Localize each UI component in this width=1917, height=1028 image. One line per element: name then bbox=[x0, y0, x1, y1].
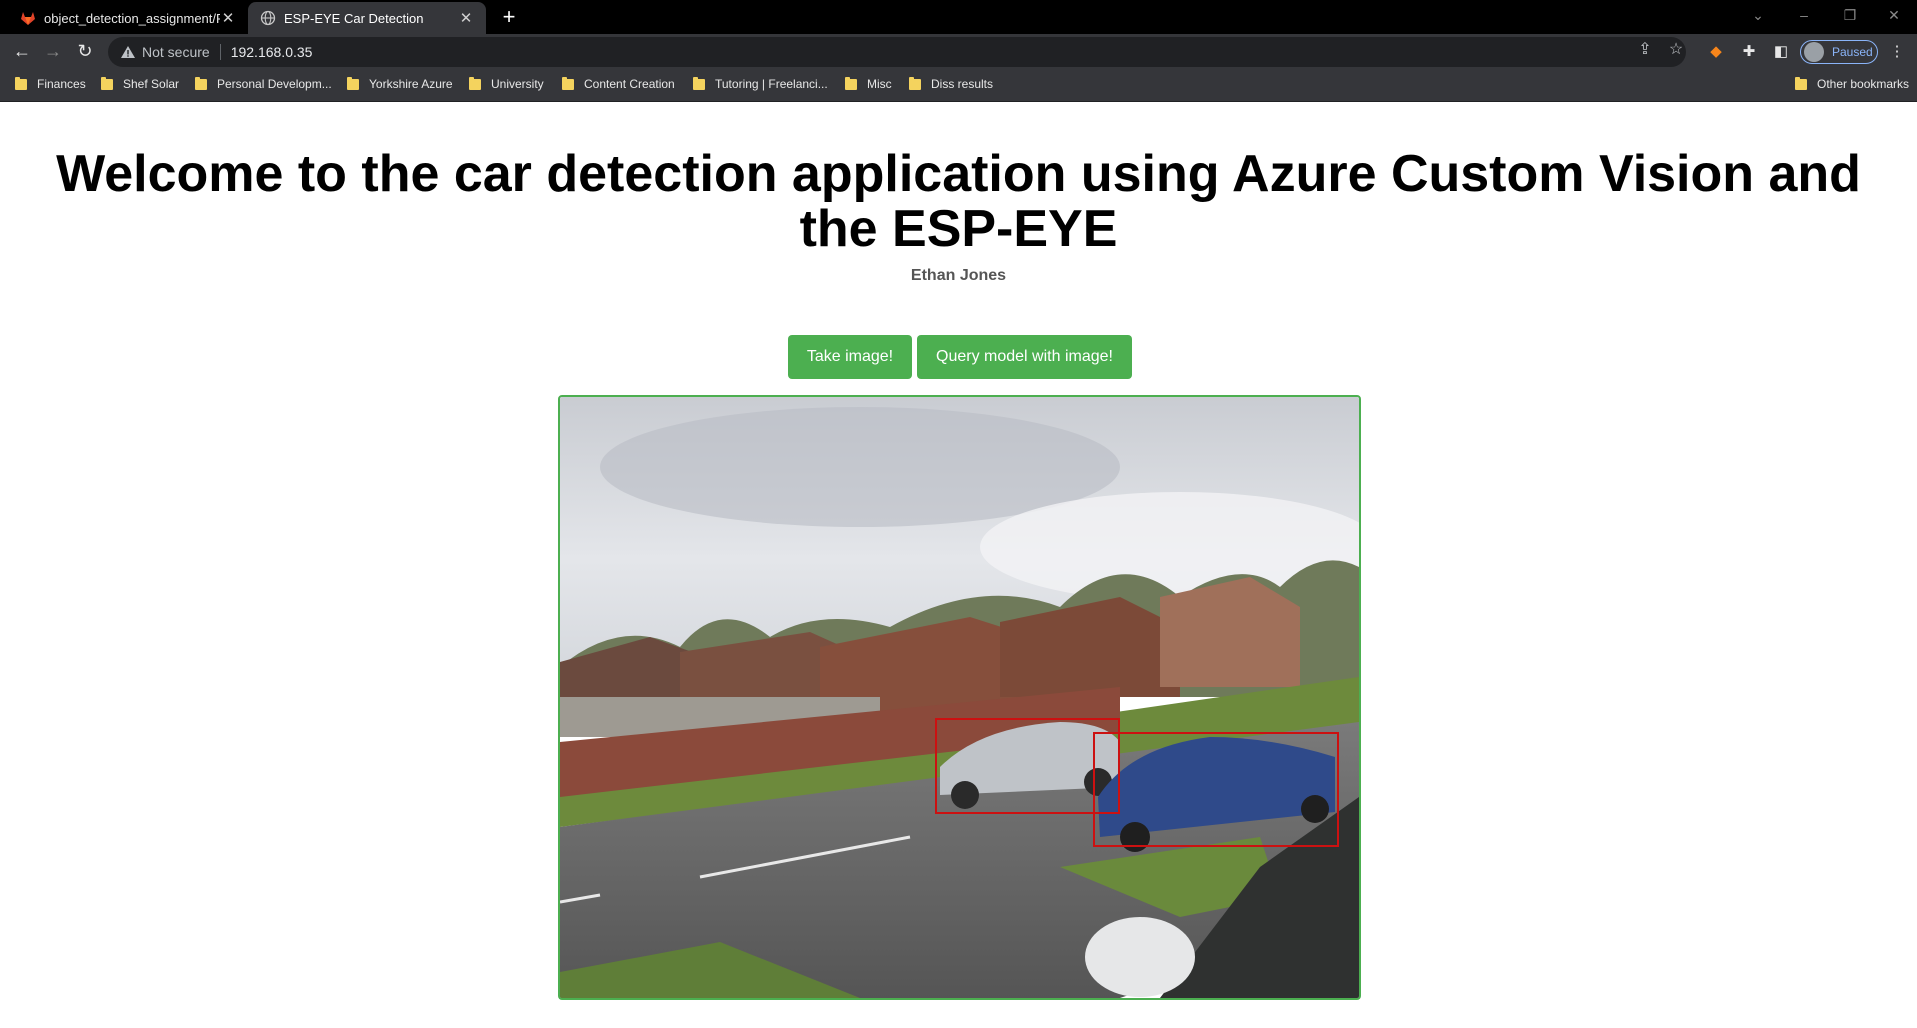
camera-image bbox=[560, 397, 1359, 998]
folder-icon bbox=[195, 76, 207, 90]
bookmark-misc[interactable]: Misc bbox=[845, 76, 892, 91]
bookmark-diss-results[interactable]: Diss results bbox=[909, 76, 994, 91]
bookmark-yorkshire-azure[interactable]: Yorkshire Azure bbox=[347, 76, 453, 91]
security-label[interactable]: Not secure bbox=[142, 44, 210, 60]
author-name: Ethan Jones bbox=[910, 267, 1007, 284]
side-panel-icon[interactable]: ◧ bbox=[1772, 43, 1790, 61]
profile-button[interactable]: Paused bbox=[1800, 40, 1878, 64]
folder-icon bbox=[909, 76, 921, 90]
folder-icon bbox=[469, 76, 481, 90]
metamask-fox-icon[interactable]: ◆ bbox=[1707, 43, 1725, 61]
folder-icon bbox=[1795, 76, 1807, 90]
close-tab-icon[interactable]: ✕ bbox=[220, 9, 236, 27]
tab-strip: object_detection_assignment/RE ✕ ESP-EYE… bbox=[0, 0, 1917, 34]
share-icon[interactable]: ⇪ bbox=[1636, 41, 1654, 59]
bookmark-label: Finances bbox=[37, 77, 86, 91]
bookmark-label: Content Creation bbox=[584, 77, 675, 91]
tab-title: object_detection_assignment/RE bbox=[44, 10, 220, 26]
back-icon[interactable]: ← bbox=[10, 40, 34, 64]
tab-title: ESP-EYE Car Detection bbox=[284, 10, 424, 26]
folder-icon bbox=[693, 76, 705, 90]
profile-status: Paused bbox=[1832, 45, 1873, 59]
folder-icon bbox=[15, 76, 27, 90]
bookmark-label: University bbox=[491, 77, 544, 91]
bookmark-finances[interactable]: Finances bbox=[15, 76, 86, 91]
page-content: Welcome to the car detection application… bbox=[0, 103, 1917, 1028]
folder-icon bbox=[101, 76, 113, 90]
more-menu-icon[interactable]: ⋮ bbox=[1888, 43, 1906, 61]
other-bookmarks[interactable]: Other bookmarks bbox=[1795, 76, 1910, 91]
page-title: Welcome to the car detection application… bbox=[56, 145, 1861, 258]
address-divider bbox=[219, 44, 221, 60]
camera-image-frame bbox=[558, 395, 1361, 1000]
bookmark-label: Tutoring | Freelanci... bbox=[715, 77, 828, 91]
bookmark-content-creation[interactable]: Content Creation bbox=[562, 76, 675, 91]
bookmark-tutoring[interactable]: Tutoring | Freelanci... bbox=[693, 76, 828, 91]
folder-icon bbox=[562, 76, 574, 90]
minimize-icon[interactable]: – bbox=[1781, 0, 1827, 30]
bookmark-label: Yorkshire Azure bbox=[369, 77, 453, 91]
bookmark-shef-solar[interactable]: Shef Solar bbox=[101, 76, 180, 91]
close-tab-icon[interactable]: ✕ bbox=[458, 9, 474, 27]
url-text[interactable]: 192.168.0.35 bbox=[231, 44, 313, 60]
gitlab-icon bbox=[21, 12, 35, 25]
take-image-button[interactable]: Take image! bbox=[788, 335, 912, 379]
avatar bbox=[1804, 42, 1824, 62]
detection-box-car bbox=[1093, 732, 1339, 847]
restore-icon[interactable]: ❐ bbox=[1827, 0, 1873, 30]
bookmark-label: Shef Solar bbox=[123, 77, 180, 91]
bookmark-label: Personal Developm... bbox=[217, 77, 332, 91]
globe-icon bbox=[260, 10, 276, 26]
bookmark-label: Other bookmarks bbox=[1817, 77, 1910, 91]
bookmark-star-icon[interactable]: ☆ bbox=[1667, 41, 1685, 59]
address-bar[interactable]: Not secure 192.168.0.35 bbox=[108, 37, 1686, 67]
close-window-icon[interactable]: ✕ bbox=[1871, 0, 1917, 30]
folder-icon bbox=[347, 76, 359, 90]
new-tab-button[interactable]: + bbox=[496, 5, 522, 31]
bookmark-personal-development[interactable]: Personal Developm... bbox=[195, 76, 332, 91]
warning-icon bbox=[121, 46, 135, 58]
extensions-puzzle-icon[interactable]: ✚ bbox=[1740, 43, 1758, 61]
bookmarks-bar: Finances Shef Solar Personal Developm...… bbox=[0, 69, 1917, 102]
query-model-button[interactable]: Query model with image! bbox=[917, 335, 1132, 379]
bookmark-university[interactable]: University bbox=[469, 76, 544, 91]
bookmark-label: Misc bbox=[867, 77, 892, 91]
tab-esp-eye[interactable]: ESP-EYE Car Detection ✕ bbox=[248, 2, 486, 34]
folder-icon bbox=[845, 76, 857, 90]
forward-icon[interactable]: → bbox=[41, 40, 65, 64]
browser-toolbar: ← → ↻ Not secure 192.168.0.35 ⇪ ☆ ◆ ✚ ◧ … bbox=[0, 34, 1917, 69]
reload-icon[interactable]: ↻ bbox=[73, 40, 97, 64]
tab-gitlab[interactable]: object_detection_assignment/RE ✕ bbox=[8, 2, 248, 34]
tab-search-icon[interactable]: ⌄ bbox=[1735, 0, 1781, 30]
bookmark-label: Diss results bbox=[931, 77, 994, 91]
